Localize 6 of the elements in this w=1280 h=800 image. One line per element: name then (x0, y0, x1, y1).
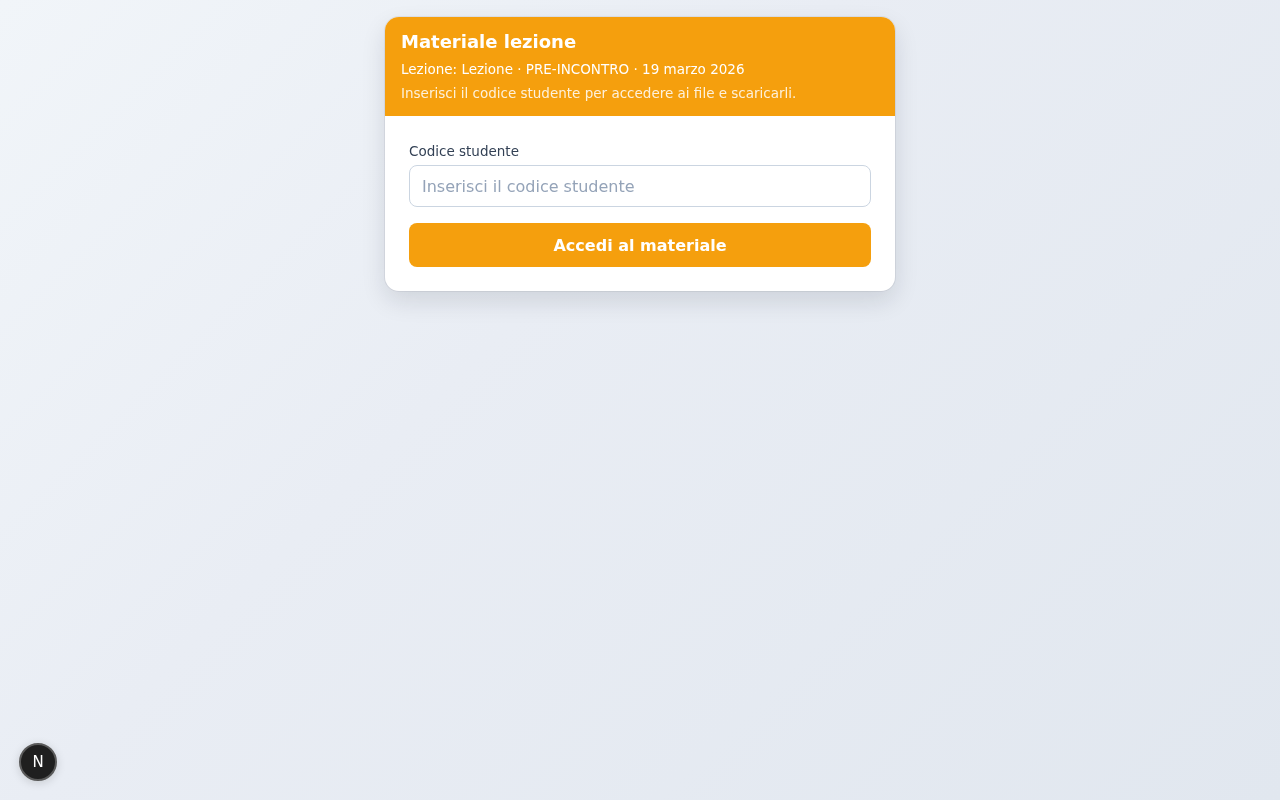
instructions-text: Inserisci il codice studente per accedere ai file e scaricarli. (401, 84, 798, 103)
student-code-field[interactable]: Inserisci il codice studente (409, 165, 871, 207)
dev-tools-button[interactable]: N (19, 743, 57, 781)
card-title: Materiale lezione (401, 30, 578, 54)
lesson-meta: Lezione: Lezione · PRE-INCONTRO · 19 marzo 2026 (401, 60, 746, 79)
field-label: Codice studente (409, 142, 520, 161)
